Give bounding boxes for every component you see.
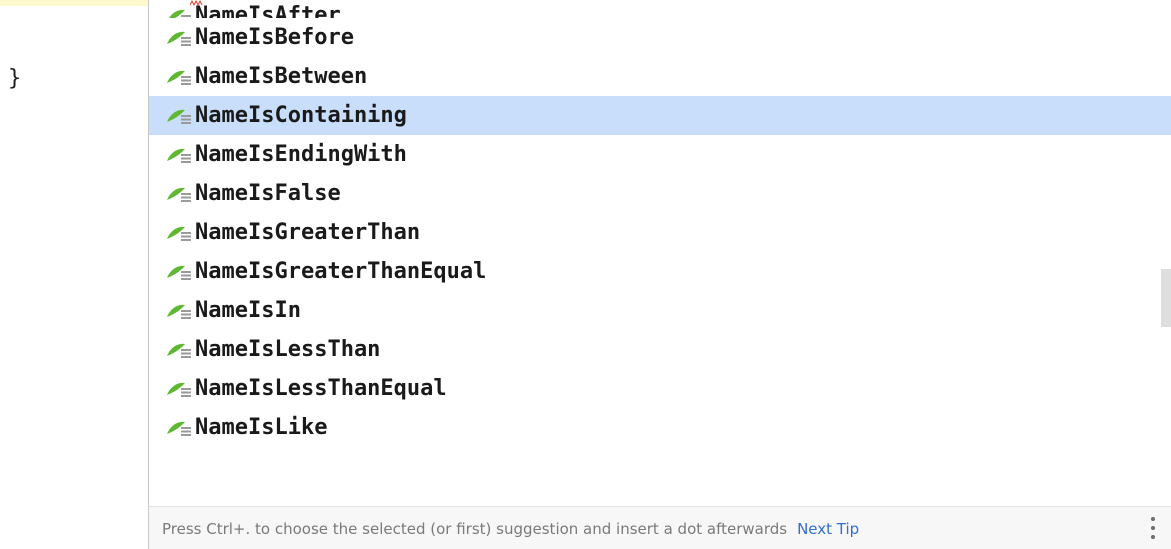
completion-item-partial[interactable]: NameIsAfter	[149, 0, 1171, 18]
spring-repository-method-icon	[169, 9, 191, 18]
next-tip-link[interactable]: Next Tip	[797, 520, 859, 538]
completion-item[interactable]: NameIsGreaterThanEqual	[149, 252, 1171, 291]
completion-item[interactable]: NameIsLessThan	[149, 330, 1171, 369]
completion-item[interactable]: NameIsLike	[149, 408, 1171, 447]
completion-item[interactable]: NameIsGreaterThan	[149, 213, 1171, 252]
completion-item[interactable]: NameIsContaining	[149, 96, 1171, 135]
completion-item[interactable]: NameIsFalse	[149, 174, 1171, 213]
completion-item-label: NameIsLessThanEqual	[195, 376, 447, 401]
completion-item[interactable]: NameIsLessThanEqual	[149, 369, 1171, 408]
spring-repository-method-icon	[167, 265, 191, 280]
completion-item-label: NameIsContaining	[195, 103, 407, 128]
ide-window: } NameIsAfter NameIsBefore NameIsBetween N…	[0, 0, 1171, 549]
completion-footer: Press Ctrl+. to choose the selected (or …	[149, 506, 1171, 549]
spring-repository-method-icon	[167, 226, 191, 241]
completion-item[interactable]: NameIsIn	[149, 291, 1171, 330]
spring-repository-method-icon	[167, 148, 191, 163]
spring-repository-method-icon	[167, 109, 191, 124]
spring-repository-method-icon	[167, 421, 191, 436]
editor-closing-brace: }	[8, 66, 22, 91]
completion-item[interactable]: NameIsEndingWith	[149, 135, 1171, 174]
completion-item-label: NameIsIn	[195, 298, 301, 323]
completion-list: NameIsAfter NameIsBefore NameIsBetween Nam…	[149, 0, 1171, 447]
completion-item-label: NameIsLike	[195, 415, 328, 440]
error-marker-icon	[189, 0, 204, 7]
spring-repository-method-icon	[167, 343, 191, 358]
code-completion-popup: NameIsAfter NameIsBefore NameIsBetween Nam…	[148, 0, 1171, 549]
completion-item-label: NameIsBetween	[195, 64, 368, 89]
spring-repository-method-icon	[167, 70, 191, 85]
more-vertical-icon[interactable]	[1149, 513, 1157, 543]
completion-item-label: NameIsAfter	[195, 3, 341, 18]
scrollbar-thumb[interactable]	[1161, 269, 1171, 327]
spring-repository-method-icon	[167, 31, 191, 46]
spring-repository-method-icon	[167, 187, 191, 202]
completion-item-label: NameIsBefore	[195, 25, 354, 50]
completion-item[interactable]: NameIsBefore	[149, 18, 1171, 57]
footer-hint-text: Press Ctrl+. to choose the selected (or …	[162, 519, 788, 538]
completion-item-label: NameIsGreaterThan	[195, 220, 421, 245]
completion-item[interactable]: NameIsBetween	[149, 57, 1171, 96]
spring-repository-method-icon	[167, 304, 191, 319]
completion-item-label: NameIsEndingWith	[195, 142, 407, 167]
spring-repository-method-icon	[167, 382, 191, 397]
completion-item-label: NameIsFalse	[195, 181, 341, 206]
completion-item-label: NameIsGreaterThanEqual	[195, 259, 487, 284]
completion-item-label: NameIsLessThan	[195, 337, 381, 362]
